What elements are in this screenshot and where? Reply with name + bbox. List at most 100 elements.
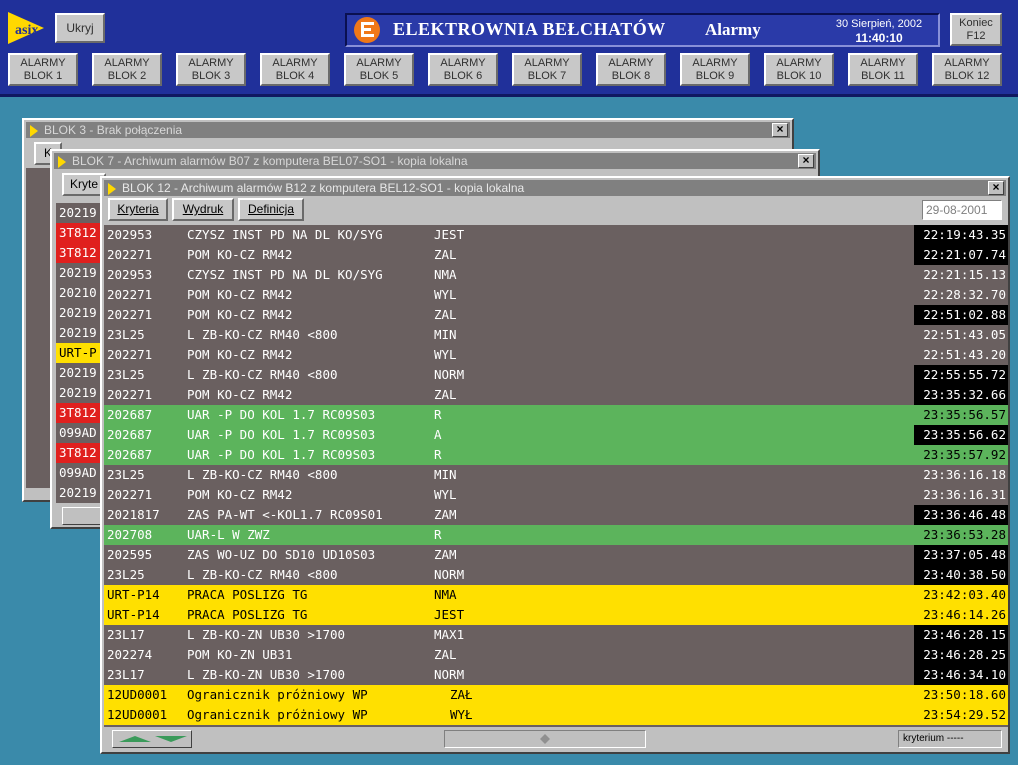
alarm-row[interactable]: 202271 POM KO-CZ RM42 WYL 22:28:32.70	[104, 285, 1008, 305]
alarm-row[interactable]: 202271 POM KO-CZ RM42 WYL 22:51:43.20	[104, 345, 1008, 365]
alarm-state: WYŁ	[450, 707, 473, 722]
window-arrow-icon	[108, 183, 116, 195]
blok7-row[interactable]: 099AD	[56, 423, 102, 443]
alarm-description: L ZB-KO-ZN UB30 >1700	[187, 667, 346, 682]
window-blok7-close-button[interactable]: ×	[798, 154, 814, 168]
window-blok12-titlebar[interactable]: BLOK 12 - Archiwum alarmów B12 z kompute…	[104, 180, 1006, 196]
alarm-row[interactable]: 202595 ZAS WO-UZ DO SD10 UD10S03 ZAM 23:37:…	[104, 545, 1008, 565]
window-blok3-titlebar[interactable]: BLOK 3 - Brak połączenia	[26, 122, 790, 138]
exit-button[interactable]: Koniec F12	[950, 13, 1002, 46]
alarm-description: ZAS PA-WT <-KOL1.7 RC09S01	[187, 507, 383, 522]
alarm-row[interactable]: 202953 CZYSZ INST PD NA DL KO/SYG NMA 22:21…	[104, 265, 1008, 285]
alarm-description: L ZB-KO-CZ RM40 <800	[187, 327, 338, 342]
alarm-id: 202953	[107, 267, 153, 282]
date-filter-field[interactable]: 29-08-2001	[922, 200, 1002, 220]
alarm-row[interactable]: 202708 UAR-L W ZWZ R 23:36:53.28	[104, 525, 1008, 545]
alarm-time: 23:35:56.62	[914, 425, 1008, 445]
alarmy-blok-6-button[interactable]: ALARMY BLOK 6	[428, 53, 498, 86]
alarmy-blok-4-button[interactable]: ALARMY BLOK 4	[260, 53, 330, 86]
block-label-line2: BLOK 9	[695, 70, 735, 82]
elektrownia-logo-icon	[354, 17, 380, 43]
alarm-time: 23:42:03.40	[914, 585, 1008, 605]
alarm-row[interactable]: 12UD0001 Ogranicznik próżniowy WP WYŁ 23:54…	[104, 705, 1008, 725]
alarmy-blok-3-button[interactable]: ALARMY BLOK 3	[176, 53, 246, 86]
blok7-row[interactable]: 3T812	[56, 403, 102, 423]
alarm-row[interactable]: 202271 POM KO-CZ RM42 ZAL 23:35:32.66	[104, 385, 1008, 405]
alarm-row[interactable]: 2021817 ZAS PA-WT <-KOL1.7 RC09S01 ZAM 23:3…	[104, 505, 1008, 525]
alarm-state: NORM	[434, 567, 465, 582]
window-blok12-close-button[interactable]: ×	[988, 181, 1004, 195]
block-label-line1: ALARMY	[692, 57, 738, 69]
blok7-row[interactable]: 20219	[56, 263, 102, 283]
window-blok7-titlebar[interactable]: BLOK 7 - Archiwum alarmów B07 z komputer…	[54, 153, 816, 169]
blok7-list: 20219 3T812 3T812 20219 20210 20219 20219 URT-P…	[56, 203, 102, 503]
block-label-line2: BLOK 6	[443, 70, 483, 82]
alarm-row[interactable]: 202687 UAR -P DO KOL 1.7 RC09S03 R 23:35:56…	[104, 405, 1008, 425]
alarm-id: 12UD0001	[107, 707, 168, 722]
block-label-line1: ALARMY	[776, 57, 822, 69]
alarm-description: PRACA POSLIZG TG	[187, 587, 308, 602]
alarm-row[interactable]: 23L17 L ZB-KO-ZN UB30 >1700 NORM 23:46:34.1…	[104, 665, 1008, 685]
alarm-row[interactable]: 23L25 L ZB-KO-CZ RM40 <800 MIN 22:51:43.05	[104, 325, 1008, 345]
alarm-description: ZAS WO-UZ DO SD10 UD10S03	[187, 547, 376, 562]
alarm-row[interactable]: URT-P14 PRACA POSLIZG TG NMA 23:42:03.40	[104, 585, 1008, 605]
alarm-row[interactable]: 23L25 L ZB-KO-CZ RM40 <800 MIN 23:36:16.18	[104, 465, 1008, 485]
alarm-row[interactable]: 202271 POM KO-CZ RM42 ZAL 22:51:02.88	[104, 305, 1008, 325]
alarm-id: 202271	[107, 247, 153, 262]
definicja-button[interactable]: Definicja	[238, 198, 304, 221]
alarm-row[interactable]: URT-P14 PRACA POSLIZG TG JEST 23:46:14.26	[104, 605, 1008, 625]
blok7-row[interactable]: 3T812	[56, 243, 102, 263]
window-blok3-title: BLOK 3 - Brak połączenia	[44, 123, 183, 137]
status-bar: kryterium -----	[104, 728, 1008, 750]
blok7-row[interactable]: 099AD	[56, 463, 102, 483]
alarm-row[interactable]: 23L17 L ZB-KO-ZN UB30 >1700 MAX1 23:46:28.1…	[104, 625, 1008, 645]
horizontal-scrollbar[interactable]	[444, 730, 646, 748]
alarm-id: URT-P14	[107, 587, 160, 602]
app-subtitle: Alarmy	[705, 20, 761, 39]
blok7-row[interactable]: 20219	[56, 483, 102, 503]
wydruk-button[interactable]: Wydruk	[172, 198, 234, 221]
alarm-id: 23L17	[107, 667, 145, 682]
blok7-row[interactable]: 20219	[56, 383, 102, 403]
alarm-state: ZAM	[434, 547, 457, 562]
blok7-row[interactable]: 3T812	[56, 223, 102, 243]
alarm-time: 23:46:34.10	[914, 665, 1008, 685]
current-date: 30 Sierpień, 2002	[835, 18, 923, 30]
scroll-nav-buttons[interactable]	[112, 730, 192, 748]
blok7-row[interactable]: 20219	[56, 303, 102, 323]
blok7-row[interactable]: 20210	[56, 283, 102, 303]
alarm-row[interactable]: 202271 POM KO-CZ RM42 ZAL 22:21:07.74	[104, 245, 1008, 265]
alarmy-blok-9-button[interactable]: ALARMY BLOK 9	[680, 53, 750, 86]
alarm-row[interactable]: 202274 POM KO-ZN UB31 ZAL 23:46:28.25	[104, 645, 1008, 665]
alarm-row[interactable]: 202271 POM KO-CZ RM42 WYL 23:36:16.31	[104, 485, 1008, 505]
alarm-description: L ZB-KO-CZ RM40 <800	[187, 567, 338, 582]
alarm-row[interactable]: 23L25 L ZB-KO-CZ RM40 <800 NORM 22:55:55.72	[104, 365, 1008, 385]
block-label-line2: BLOK 3	[191, 70, 231, 82]
alarm-row[interactable]: 202687 UAR -P DO KOL 1.7 RC09S03 A 23:35:56…	[104, 425, 1008, 445]
blok7-row[interactable]: 20219	[56, 363, 102, 383]
blok7-row[interactable]: 3T812	[56, 443, 102, 463]
blok7-row[interactable]: URT-P	[56, 343, 102, 363]
blok7-row[interactable]: 20219	[56, 323, 102, 343]
alarm-row[interactable]: 202687 UAR -P DO KOL 1.7 RC09S03 R 23:35:57…	[104, 445, 1008, 465]
alarmy-blok-12-button[interactable]: ALARMY BLOK 12	[932, 53, 1002, 86]
alarm-row[interactable]: 23L25 L ZB-KO-CZ RM40 <800 NORM 23:40:38.50	[104, 565, 1008, 585]
alarmy-blok-2-button[interactable]: ALARMY BLOK 2	[92, 53, 162, 86]
alarmy-blok-5-button[interactable]: ALARMY BLOK 5	[344, 53, 414, 86]
alarmy-blok-7-button[interactable]: ALARMY BLOK 7	[512, 53, 582, 86]
alarmy-blok-10-button[interactable]: ALARMY BLOK 10	[764, 53, 834, 86]
kryteria-button[interactable]: Kryteria	[108, 198, 168, 221]
window-blok3-close-button[interactable]: ×	[772, 123, 788, 137]
alarm-row[interactable]: 12UD0001 Ogranicznik próżniowy WP ZAŁ 23:50…	[104, 685, 1008, 705]
blok7-nav-button[interactable]	[62, 507, 102, 525]
alarm-description: CZYSZ INST PD NA DL KO/SYG	[187, 227, 383, 242]
alarm-id: 23L25	[107, 327, 145, 342]
alarmy-blok-1-button[interactable]: ALARMY BLOK 1	[8, 53, 78, 86]
alarm-row[interactable]: 202953 CZYSZ INST PD NA DL KO/SYG JEST 22:1…	[104, 225, 1008, 245]
alarm-id: 23L17	[107, 627, 145, 642]
blok7-row[interactable]: 20219	[56, 203, 102, 223]
hide-button[interactable]: Ukryj	[55, 13, 105, 43]
alarmy-blok-8-button[interactable]: ALARMY BLOK 8	[596, 53, 666, 86]
alarm-state: MIN	[434, 467, 457, 482]
alarmy-blok-11-button[interactable]: ALARMY BLOK 11	[848, 53, 918, 86]
